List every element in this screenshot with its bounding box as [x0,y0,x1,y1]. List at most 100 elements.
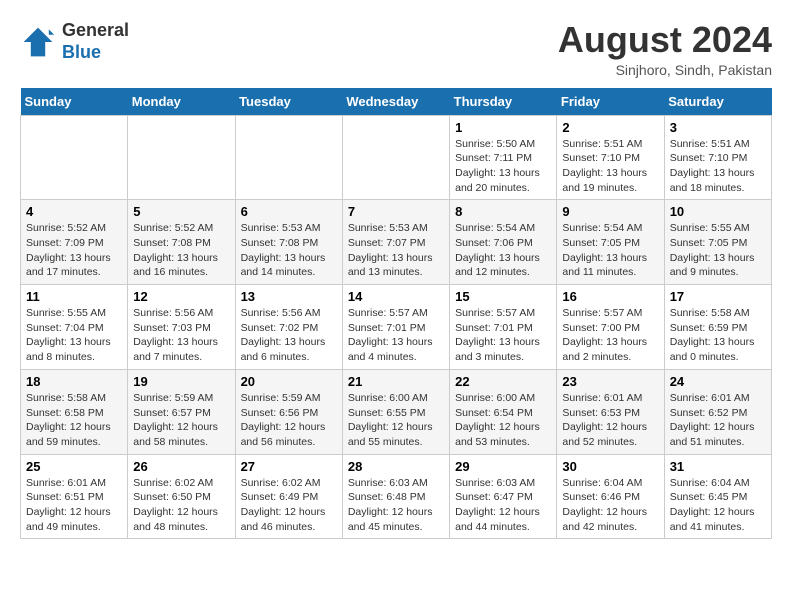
title-block: August 2024 Sinjhoro, Sindh, Pakistan [558,20,772,78]
day-number: 14 [348,289,444,304]
day-number: 1 [455,120,551,135]
day-number: 19 [133,374,229,389]
calendar-cell: 21Sunrise: 6:00 AM Sunset: 6:55 PM Dayli… [342,369,449,454]
calendar-cell: 2Sunrise: 5:51 AM Sunset: 7:10 PM Daylig… [557,115,664,200]
day-number: 6 [241,204,337,219]
day-info: Sunrise: 5:50 AM Sunset: 7:11 PM Dayligh… [455,137,551,196]
day-number: 9 [562,204,658,219]
calendar-cell [21,115,128,200]
day-info: Sunrise: 6:00 AM Sunset: 6:55 PM Dayligh… [348,391,444,450]
day-number: 12 [133,289,229,304]
day-info: Sunrise: 6:02 AM Sunset: 6:50 PM Dayligh… [133,476,229,535]
calendar-cell: 13 Sunrise: 5:56 AM Sunset: 7:02 PM Dayli… [235,285,342,370]
day-info: Sunrise: 5:57 AM Sunset: 7:01 PM Dayligh… [348,306,444,365]
calendar-cell: 16Sunrise: 5:57 AM Sunset: 7:00 PM Dayli… [557,285,664,370]
day-number: 7 [348,204,444,219]
calendar-cell: 31Sunrise: 6:04 AM Sunset: 6:45 PM Dayli… [664,454,771,539]
calendar-cell: 18 Sunrise: 5:58 AM Sunset: 6:58 PM Dayli… [21,369,128,454]
calendar-cell: 23 Sunrise: 6:01 AM Sunset: 6:53 PM Dayli… [557,369,664,454]
calendar-cell: 5 Sunrise: 5:52 AM Sunset: 7:08 PM Daylig… [128,200,235,285]
day-number: 22 [455,374,551,389]
logo-blue: Blue [62,42,101,62]
calendar-week-3: 11 Sunrise: 5:55 AM Sunset: 7:04 PM Dayli… [21,285,772,370]
weekday-header-sunday: Sunday [21,88,128,116]
day-number: 25 [26,459,122,474]
day-info: Sunrise: 6:04 AM Sunset: 6:46 PM Dayligh… [562,476,658,535]
day-number: 10 [670,204,766,219]
location-subtitle: Sinjhoro, Sindh, Pakistan [558,62,772,78]
weekday-header-friday: Friday [557,88,664,116]
day-number: 17 [670,289,766,304]
day-number: 24 [670,374,766,389]
day-number: 31 [670,459,766,474]
logo-icon [20,24,56,60]
calendar-cell: 25Sunrise: 6:01 AM Sunset: 6:51 PM Dayli… [21,454,128,539]
page-header: General Blue August 2024 Sinjhoro, Sindh… [20,20,772,78]
calendar-cell: 7 Sunrise: 5:53 AM Sunset: 7:07 PM Daylig… [342,200,449,285]
weekday-header-thursday: Thursday [450,88,557,116]
calendar-cell: 12 Sunrise: 5:56 AM Sunset: 7:03 PM Dayli… [128,285,235,370]
day-info: Sunrise: 5:54 AM Sunset: 7:06 PM Dayligh… [455,221,551,280]
day-info: Sunrise: 5:53 AM Sunset: 7:07 PM Dayligh… [348,221,444,280]
day-info: Sunrise: 5:59 AM Sunset: 6:57 PM Dayligh… [133,391,229,450]
day-number: 20 [241,374,337,389]
day-info: Sunrise: 5:55 AM Sunset: 7:05 PM Dayligh… [670,221,766,280]
calendar-cell: 24 Sunrise: 6:01 AM Sunset: 6:52 PM Dayli… [664,369,771,454]
calendar-cell: 4Sunrise: 5:52 AM Sunset: 7:09 PM Daylig… [21,200,128,285]
day-info: Sunrise: 5:52 AM Sunset: 7:08 PM Dayligh… [133,221,229,280]
day-number: 16 [562,289,658,304]
day-number: 3 [670,120,766,135]
day-info: Sunrise: 6:01 AM Sunset: 6:53 PM Dayligh… [562,391,658,450]
calendar-cell: 27Sunrise: 6:02 AM Sunset: 6:49 PM Dayli… [235,454,342,539]
day-number: 28 [348,459,444,474]
logo-general: General [62,20,129,40]
calendar-cell: 11 Sunrise: 5:55 AM Sunset: 7:04 PM Dayli… [21,285,128,370]
day-number: 15 [455,289,551,304]
day-info: Sunrise: 5:56 AM Sunset: 7:03 PM Dayligh… [133,306,229,365]
day-info: Sunrise: 5:51 AM Sunset: 7:10 PM Dayligh… [562,137,658,196]
day-info: Sunrise: 6:03 AM Sunset: 6:48 PM Dayligh… [348,476,444,535]
day-info: Sunrise: 5:58 AM Sunset: 6:59 PM Dayligh… [670,306,766,365]
calendar-cell: 9 Sunrise: 5:54 AM Sunset: 7:05 PM Daylig… [557,200,664,285]
weekday-header-saturday: Saturday [664,88,771,116]
calendar-cell [235,115,342,200]
day-number: 11 [26,289,122,304]
day-info: Sunrise: 5:55 AM Sunset: 7:04 PM Dayligh… [26,306,122,365]
month-title: August 2024 [558,20,772,60]
day-info: Sunrise: 5:56 AM Sunset: 7:02 PM Dayligh… [241,306,337,365]
day-number: 18 [26,374,122,389]
day-number: 30 [562,459,658,474]
logo-text: General Blue [62,20,129,63]
day-info: Sunrise: 5:59 AM Sunset: 6:56 PM Dayligh… [241,391,337,450]
calendar-cell: 17 Sunrise: 5:58 AM Sunset: 6:59 PM Dayli… [664,285,771,370]
day-info: Sunrise: 5:57 AM Sunset: 7:01 PM Dayligh… [455,306,551,365]
calendar-cell: 14 Sunrise: 5:57 AM Sunset: 7:01 PM Dayli… [342,285,449,370]
day-number: 8 [455,204,551,219]
calendar-cell: 26 Sunrise: 6:02 AM Sunset: 6:50 PM Dayli… [128,454,235,539]
calendar-cell [128,115,235,200]
day-number: 26 [133,459,229,474]
day-number: 5 [133,204,229,219]
calendar-cell: 8 Sunrise: 5:54 AM Sunset: 7:06 PM Daylig… [450,200,557,285]
calendar-cell: 30 Sunrise: 6:04 AM Sunset: 6:46 PM Dayli… [557,454,664,539]
calendar-cell: 22 Sunrise: 6:00 AM Sunset: 6:54 PM Dayli… [450,369,557,454]
calendar-cell [342,115,449,200]
weekday-header-wednesday: Wednesday [342,88,449,116]
day-info: Sunrise: 6:03 AM Sunset: 6:47 PM Dayligh… [455,476,551,535]
calendar-cell: 10 Sunrise: 5:55 AM Sunset: 7:05 PM Dayli… [664,200,771,285]
calendar-week-5: 25Sunrise: 6:01 AM Sunset: 6:51 PM Dayli… [21,454,772,539]
calendar-cell: 28 Sunrise: 6:03 AM Sunset: 6:48 PM Dayli… [342,454,449,539]
day-number: 13 [241,289,337,304]
day-number: 27 [241,459,337,474]
calendar-week-1: 1 Sunrise: 5:50 AM Sunset: 7:11 PM Daylig… [21,115,772,200]
day-number: 23 [562,374,658,389]
day-info: Sunrise: 5:54 AM Sunset: 7:05 PM Dayligh… [562,221,658,280]
calendar-week-4: 18 Sunrise: 5:58 AM Sunset: 6:58 PM Dayli… [21,369,772,454]
calendar-cell: 19 Sunrise: 5:59 AM Sunset: 6:57 PM Dayli… [128,369,235,454]
day-info: Sunrise: 6:00 AM Sunset: 6:54 PM Dayligh… [455,391,551,450]
day-info: Sunrise: 5:58 AM Sunset: 6:58 PM Dayligh… [26,391,122,450]
day-info: Sunrise: 6:01 AM Sunset: 6:52 PM Dayligh… [670,391,766,450]
day-number: 29 [455,459,551,474]
weekday-header-row: SundayMondayTuesdayWednesdayThursdayFrid… [21,88,772,116]
calendar-cell: 3Sunrise: 5:51 AM Sunset: 7:10 PM Daylig… [664,115,771,200]
